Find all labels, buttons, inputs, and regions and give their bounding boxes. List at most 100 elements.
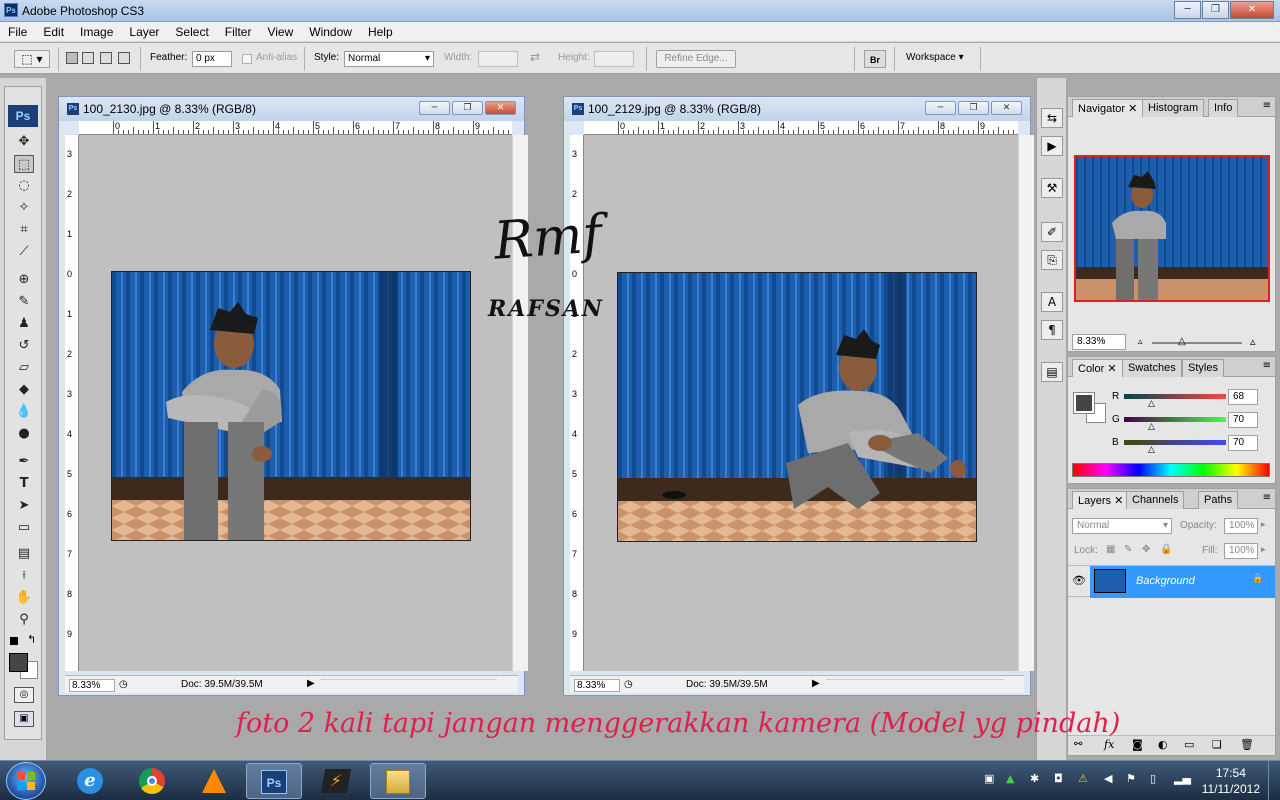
default-colors-icon[interactable] <box>10 637 18 645</box>
new-group-icon[interactable]: ▭ <box>1184 738 1194 751</box>
show-desktop-button[interactable] <box>1268 761 1280 800</box>
horizontal-scrollbar[interactable] <box>321 679 497 691</box>
swap-colors-icon[interactable]: ↰ <box>27 633 36 646</box>
dodge-tool-icon[interactable]: ● <box>14 425 34 443</box>
doc-maximize-button[interactable]: ❐ <box>452 101 483 115</box>
new-selection-icon[interactable] <box>66 52 78 64</box>
clone-stamp-tool-icon[interactable]: ♟ <box>14 315 34 333</box>
tab-color[interactable]: Color ✕ <box>1072 359 1123 377</box>
zoom-in-icon[interactable]: ▵ <box>1250 335 1256 348</box>
brush-tool-icon[interactable]: ✎ <box>14 293 34 311</box>
lock-pixels-icon[interactable]: ✎ <box>1124 544 1132 555</box>
tab-channels[interactable]: Channels <box>1126 491 1185 509</box>
menu-select[interactable]: Select <box>167 22 216 41</box>
tab-paths[interactable]: Paths <box>1198 491 1239 509</box>
slice-tool-icon[interactable]: ⟋ <box>14 243 34 261</box>
menu-layer[interactable]: Layer <box>121 22 167 41</box>
menu-image[interactable]: Image <box>72 22 121 41</box>
link-layers-icon[interactable]: ⚯ <box>1074 739 1082 750</box>
close-button[interactable]: ✕ <box>1230 1 1274 19</box>
volume-icon[interactable]: ◀ <box>1104 772 1112 785</box>
menu-file[interactable]: File <box>0 22 35 41</box>
fill-input[interactable]: 100% <box>1224 543 1258 559</box>
subtract-selection-icon[interactable] <box>100 52 112 64</box>
workspace-button[interactable]: Workspace ▾ <box>906 52 964 63</box>
red-value-input[interactable]: 68 <box>1228 389 1258 405</box>
clone-source-icon[interactable]: ⎘ <box>1041 250 1063 270</box>
warning-icon[interactable]: ⚠ <box>1078 772 1088 785</box>
character-panel-icon[interactable]: A <box>1041 292 1063 312</box>
lock-transparency-icon[interactable]: ▦ <box>1106 544 1115 555</box>
quick-mask-icon[interactable]: ◎ <box>14 687 34 703</box>
tab-layers[interactable]: Layers ✕ <box>1072 491 1130 509</box>
status-menu-icon[interactable]: ◷ <box>119 679 128 690</box>
layer-name[interactable]: Background <box>1136 575 1195 587</box>
vlc-taskbar-icon[interactable] <box>186 763 242 799</box>
blend-mode-select[interactable]: Normal ▾ <box>1072 518 1172 534</box>
menu-filter[interactable]: Filter <box>217 22 260 41</box>
navigator-zoom-field[interactable]: 8.33% <box>1072 334 1126 350</box>
intersect-selection-icon[interactable] <box>118 52 130 64</box>
zoom-tool-icon[interactable]: ⚲ <box>14 611 34 629</box>
menu-edit[interactable]: Edit <box>35 22 72 41</box>
menu-view[interactable]: View <box>259 22 301 41</box>
notes-tool-icon[interactable]: ▤ <box>14 545 34 563</box>
crop-tool-icon[interactable]: ⌗ <box>14 221 34 239</box>
path-selection-tool-icon[interactable]: ➤ <box>14 497 34 515</box>
add-selection-icon[interactable] <box>82 52 94 64</box>
green-slider-thumb[interactable]: △ <box>1148 422 1155 432</box>
height-input[interactable] <box>594 51 634 67</box>
layer-comps-icon[interactable]: ▤ <box>1041 362 1063 382</box>
layer-visibility-eye-icon[interactable]: 👁 <box>1072 574 1086 587</box>
opacity-input[interactable]: 100% <box>1224 518 1258 534</box>
zoom-out-icon[interactable]: ▵ <box>1138 337 1143 347</box>
hand-tool-icon[interactable]: ✋ <box>14 589 34 607</box>
tab-info[interactable]: Info <box>1208 99 1239 117</box>
panel-menu-icon[interactable]: ≡ <box>1263 492 1271 503</box>
navigator-thumbnail[interactable] <box>1074 155 1270 302</box>
paragraph-panel-icon[interactable]: ¶ <box>1041 320 1063 340</box>
doc-close-button[interactable]: ✕ <box>485 101 516 115</box>
vertical-scrollbar[interactable] <box>1018 135 1034 671</box>
blue-value-input[interactable]: 70 <box>1228 435 1258 451</box>
minimize-button[interactable]: ─ <box>1174 1 1201 19</box>
doc-maximize-button[interactable]: ❐ <box>958 101 989 115</box>
doc-close-button[interactable]: ✕ <box>991 101 1022 115</box>
layer-mask-icon[interactable]: ◙ <box>1132 738 1143 751</box>
blur-tool-icon[interactable]: 💧 <box>14 403 34 421</box>
zoom-slider-thumb[interactable]: △ <box>1178 336 1186 347</box>
magic-wand-tool-icon[interactable]: ✧ <box>14 199 34 217</box>
tray-sync-icon[interactable]: ▲ <box>1006 772 1014 785</box>
explorer-taskbar-icon[interactable] <box>370 763 426 799</box>
zoom-field[interactable]: 8.33% <box>69 679 115 692</box>
canvas-area[interactable] <box>584 135 1018 671</box>
layer-row-background[interactable]: 👁 Background 🔒 <box>1068 565 1275 598</box>
adjustment-layer-icon[interactable]: ◐ <box>1158 738 1168 751</box>
width-input[interactable] <box>478 51 518 67</box>
swap-dimensions-icon[interactable]: ⇄ <box>530 50 540 64</box>
horizontal-scrollbar[interactable] <box>826 679 1004 691</box>
lock-position-icon[interactable]: ✥ <box>1142 544 1150 555</box>
pen-tool-icon[interactable]: ✒ <box>14 453 34 471</box>
screen-mode-icon[interactable]: ▣ <box>14 711 34 727</box>
doc-minimize-button[interactable]: ─ <box>925 101 956 115</box>
new-layer-icon[interactable]: ❏ <box>1212 738 1222 751</box>
document-window-2[interactable]: Ps 100_2129.jpg @ 8.33% (RGB/8) ─ ❐ ✕ 01… <box>563 96 1034 696</box>
menu-help[interactable]: Help <box>360 22 401 41</box>
tool-presets-icon[interactable]: ⚒ <box>1041 178 1063 198</box>
tab-swatches[interactable]: Swatches <box>1122 359 1182 377</box>
start-button[interactable] <box>6 762 46 800</box>
tray-network-app-icon[interactable]: ◘ <box>1054 772 1063 785</box>
photoshop-taskbar-icon[interactable]: Ps <box>246 763 302 799</box>
healing-brush-tool-icon[interactable]: ⊕ <box>14 271 34 289</box>
eraser-tool-icon[interactable]: ▱ <box>14 359 34 377</box>
rectangular-marquee-tool-icon[interactable]: ⬚ <box>14 155 34 173</box>
delete-layer-icon[interactable]: 🗑 <box>1240 738 1254 751</box>
lock-all-icon[interactable]: 🔒 <box>1160 544 1172 555</box>
eyedropper-tool-icon[interactable]: ⟊ <box>14 567 34 585</box>
rectangle-tool-icon[interactable]: ▭ <box>14 519 34 537</box>
move-tool-icon[interactable]: ✥ <box>14 133 34 151</box>
fill-arrow-icon[interactable]: ▸ <box>1261 545 1266 555</box>
horizontal-ruler[interactable]: 0123456789 <box>79 121 512 135</box>
refine-edge-button[interactable]: Refine Edge... <box>656 50 736 68</box>
